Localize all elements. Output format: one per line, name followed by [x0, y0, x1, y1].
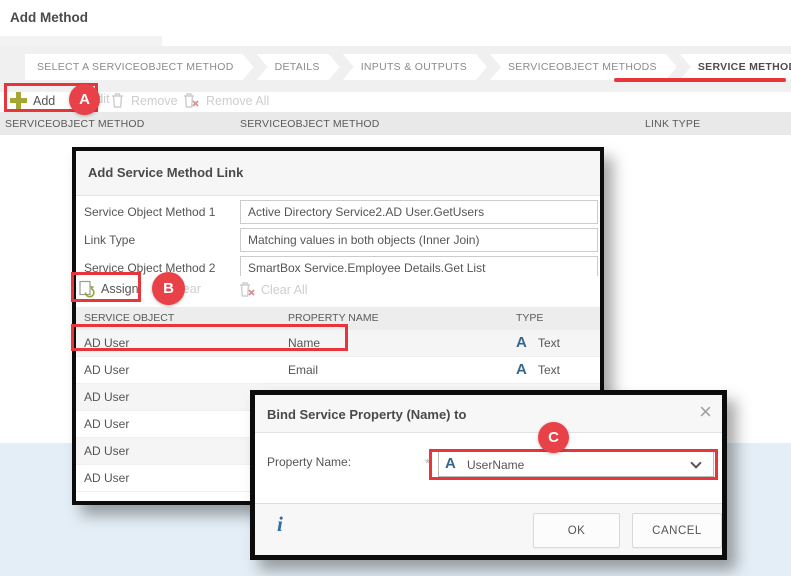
- service-object-cell: AD User: [84, 336, 129, 350]
- required-marker: *: [425, 455, 430, 471]
- trash-x-icon: [183, 92, 200, 109]
- service-object-cell: AD User: [84, 390, 129, 404]
- clear-all-button-label: Clear All: [261, 283, 308, 297]
- chevron-down-icon: [690, 457, 701, 468]
- clear-button-label: Clear: [171, 282, 201, 296]
- add-method-wizard: Add Method SELECT A SERVICEOBJECT METHOD…: [0, 0, 791, 576]
- assign-button[interactable]: Assign: [78, 280, 139, 298]
- active-step-underline: [614, 78, 786, 82]
- service-object-method-2-label: Service Object Method 2: [84, 261, 215, 275]
- service-object-method-1-label: Service Object Method 1: [84, 205, 215, 219]
- service-object-method-1-input[interactable]: [240, 200, 598, 224]
- edit-button-label: Edit: [88, 92, 110, 106]
- breadcrumb: SELECT A SERVICEOBJECT METHOD DETAILS IN…: [25, 54, 791, 80]
- remove-button[interactable]: Remove: [110, 92, 178, 109]
- dialog-header: Bind Service Property (Name) to ×: [255, 395, 722, 433]
- breadcrumb-step-serviceobject-methods[interactable]: SERVICEOBJECT METHODS: [490, 54, 677, 80]
- property-name-cell: Name: [288, 336, 320, 350]
- property-name-label: Property Name:: [267, 455, 351, 469]
- type-cell: Text: [538, 336, 560, 350]
- type-cell: Text: [538, 363, 560, 377]
- breadcrumb-step-inputs-outputs[interactable]: INPUTS & OUTPUTS: [343, 54, 487, 80]
- title-underlay: [0, 36, 162, 46]
- column-property-name: PROPERTY NAME: [288, 312, 379, 324]
- main-toolbar: Add Edit Remove Remove All: [0, 92, 791, 112]
- property-row-name[interactable]: AD User Name A Text: [76, 330, 600, 357]
- dialog-header: Add Service Method Link: [76, 151, 600, 196]
- dialog-title: Add Service Method Link: [88, 165, 243, 180]
- cancel-button[interactable]: CANCEL: [632, 513, 722, 548]
- column-serviceobject-method-1: SERVICEOBJECT METHOD: [5, 118, 145, 130]
- property-row-email[interactable]: AD User Email A Text: [76, 357, 600, 384]
- column-service-object: SERVICE OBJECT: [84, 312, 174, 324]
- ok-button[interactable]: OK: [533, 513, 620, 548]
- text-type-icon: A: [516, 361, 527, 378]
- breadcrumb-step-details[interactable]: DETAILS: [257, 54, 340, 80]
- remove-all-button[interactable]: Remove All: [183, 92, 269, 109]
- service-object-cell: AD User: [84, 444, 129, 458]
- plus-icon: [10, 92, 27, 109]
- assign-icon: [78, 280, 96, 298]
- assign-toolbar: Assign Clear Clear All: [76, 276, 600, 307]
- page-title: Add Method: [10, 10, 88, 25]
- text-type-icon: A: [516, 334, 527, 351]
- info-icon: i: [277, 512, 283, 537]
- text-type-icon: A: [445, 455, 456, 472]
- close-icon[interactable]: ×: [699, 401, 712, 423]
- edit-button[interactable]: Edit: [88, 92, 110, 106]
- column-serviceobject-method-2: SERVICEOBJECT METHOD: [240, 118, 380, 130]
- service-object-cell: AD User: [84, 471, 129, 485]
- link-type-label: Link Type: [84, 233, 135, 247]
- property-name-dropdown[interactable]: A UserName: [438, 451, 714, 477]
- clear-button[interactable]: Clear: [171, 282, 201, 296]
- breadcrumb-step-select-method[interactable]: SELECT A SERVICEOBJECT METHOD: [25, 54, 254, 80]
- property-name-cell: Email: [288, 363, 318, 377]
- column-link-type: LINK TYPE: [645, 118, 700, 130]
- remove-all-button-label: Remove All: [206, 94, 269, 108]
- add-button-label: Add: [33, 94, 55, 108]
- remove-button-label: Remove: [131, 94, 178, 108]
- link-grid-header: SERVICEOBJECT METHOD SERVICEOBJECT METHO…: [0, 112, 791, 135]
- service-object-cell: AD User: [84, 363, 129, 377]
- trash-icon: [110, 92, 125, 109]
- service-object-cell: AD User: [84, 417, 129, 431]
- link-type-input[interactable]: [240, 228, 598, 252]
- breadcrumb-step-service-method-links[interactable]: SERVICE METHOD LINKS: [680, 54, 791, 80]
- trash-x-icon: [239, 281, 256, 298]
- column-type: TYPE: [516, 312, 543, 324]
- dialog-title: Bind Service Property (Name) to: [267, 407, 466, 422]
- bind-service-property-dialog: Bind Service Property (Name) to × Proper…: [250, 390, 727, 560]
- dialog-footer: i OK CANCEL: [255, 503, 722, 555]
- dropdown-selected-value: UserName: [467, 458, 524, 472]
- assign-button-label: Assign: [101, 282, 139, 296]
- property-grid-header: SERVICE OBJECT PROPERTY NAME TYPE: [76, 307, 600, 330]
- add-button[interactable]: Add: [10, 92, 55, 109]
- clear-all-button[interactable]: Clear All: [239, 281, 308, 298]
